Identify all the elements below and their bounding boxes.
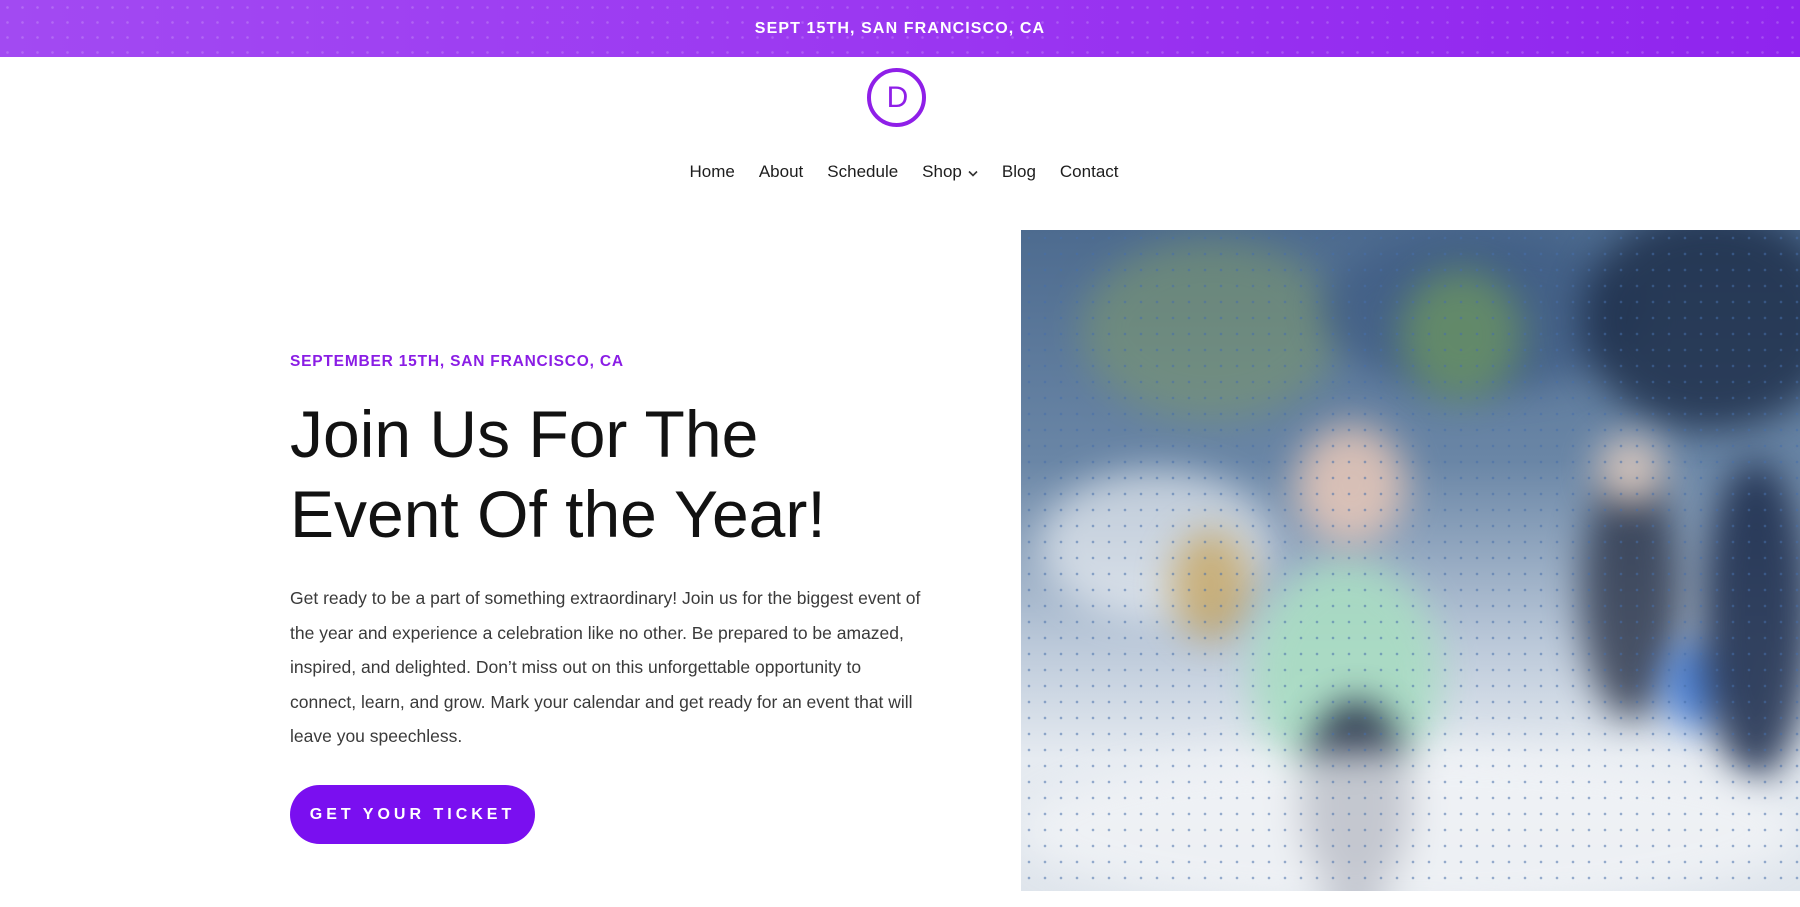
nav-about-label: About bbox=[758, 162, 804, 181]
nav-schedule[interactable]: Schedule bbox=[827, 162, 898, 182]
site-logo[interactable]: D bbox=[867, 68, 926, 127]
nav-schedule-label: Schedule bbox=[827, 162, 899, 181]
nav-blog-label: Blog bbox=[1001, 162, 1036, 181]
chevron-down-icon bbox=[968, 166, 978, 180]
hero-headline: Join Us For The Event Of the Year! bbox=[290, 394, 910, 554]
event-date-location: SEPT 15TH, SAN FRANCISCO, CA bbox=[754, 19, 1046, 37]
main-nav: Home About Schedule Shop Blog Contact bbox=[0, 162, 1800, 182]
nav-contact-label: Contact bbox=[1059, 162, 1119, 181]
nav-home[interactable]: Home bbox=[689, 162, 734, 182]
nav-home-label: Home bbox=[689, 162, 735, 181]
top-announcement-bar: SEPT 15TH, SAN FRANCISCO, CA bbox=[0, 0, 1800, 57]
nav-blog[interactable]: Blog bbox=[1002, 162, 1036, 182]
hero-description: Get ready to be a part of something extr… bbox=[290, 588, 921, 746]
nav-shop-label: Shop bbox=[922, 162, 962, 181]
nav-shop[interactable]: Shop bbox=[922, 162, 978, 182]
logo-letter: D bbox=[886, 80, 909, 114]
nav-contact[interactable]: Contact bbox=[1060, 162, 1119, 182]
hero-image bbox=[1021, 230, 1800, 891]
hero-eyebrow: SEPTEMBER 15TH, SAN FRANCISCO, CA bbox=[290, 353, 624, 370]
dot-pattern-overlay bbox=[1021, 230, 1800, 891]
hero-headline-line2: Event Of the Year! bbox=[290, 477, 826, 551]
hero-headline-line1: Join Us For The bbox=[290, 397, 759, 471]
nav-about[interactable]: About bbox=[759, 162, 803, 182]
get-ticket-button[interactable]: GET YOUR TICKET bbox=[290, 785, 535, 844]
